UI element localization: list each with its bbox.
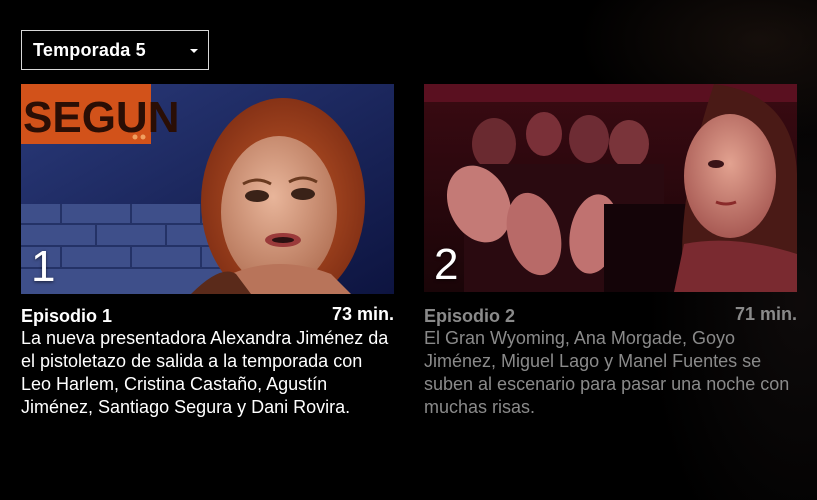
episode-title: Episodio 2 — [424, 306, 516, 326]
episode-synopsis: La nueva presentadora Alexandra Jiménez … — [21, 328, 389, 417]
episode-synopsis: El Gran Wyoming, Ana Morgade, Goyo Jimén… — [424, 328, 790, 417]
episode-duration: 71 min. — [734, 304, 797, 324]
episode-meta: Episodio 2 71 min. — [424, 304, 797, 326]
episode-number: 1 — [31, 242, 56, 291]
episode-card-1[interactable]: SEGUN 1 Episodio 1 73 min. La nueva pres… — [21, 84, 394, 419]
episode-title: Episodio 1 — [21, 306, 113, 326]
episode-duration: 73 min. — [331, 304, 394, 324]
episode-thumbnail[interactable]: SEGUN 1 — [21, 84, 394, 294]
episode-number: 2 — [434, 240, 459, 289]
episode-thumbnail[interactable]: 2 — [424, 84, 797, 292]
season-dropdown-label: Temporada 5 — [33, 39, 146, 60]
episode-1-still: SEGUN — [21, 84, 394, 294]
thumbnail-sign-text: SEGUN — [23, 93, 179, 142]
season-dropdown[interactable]: Temporada 5 — [21, 30, 209, 70]
episode-meta: Episodio 1 73 min. — [21, 304, 394, 326]
episode-card-2[interactable]: 2 Episodio 2 71 min. El Gran Wyoming, An… — [424, 84, 797, 419]
episode-2-still — [424, 84, 797, 292]
caret-down-icon — [190, 49, 198, 53]
